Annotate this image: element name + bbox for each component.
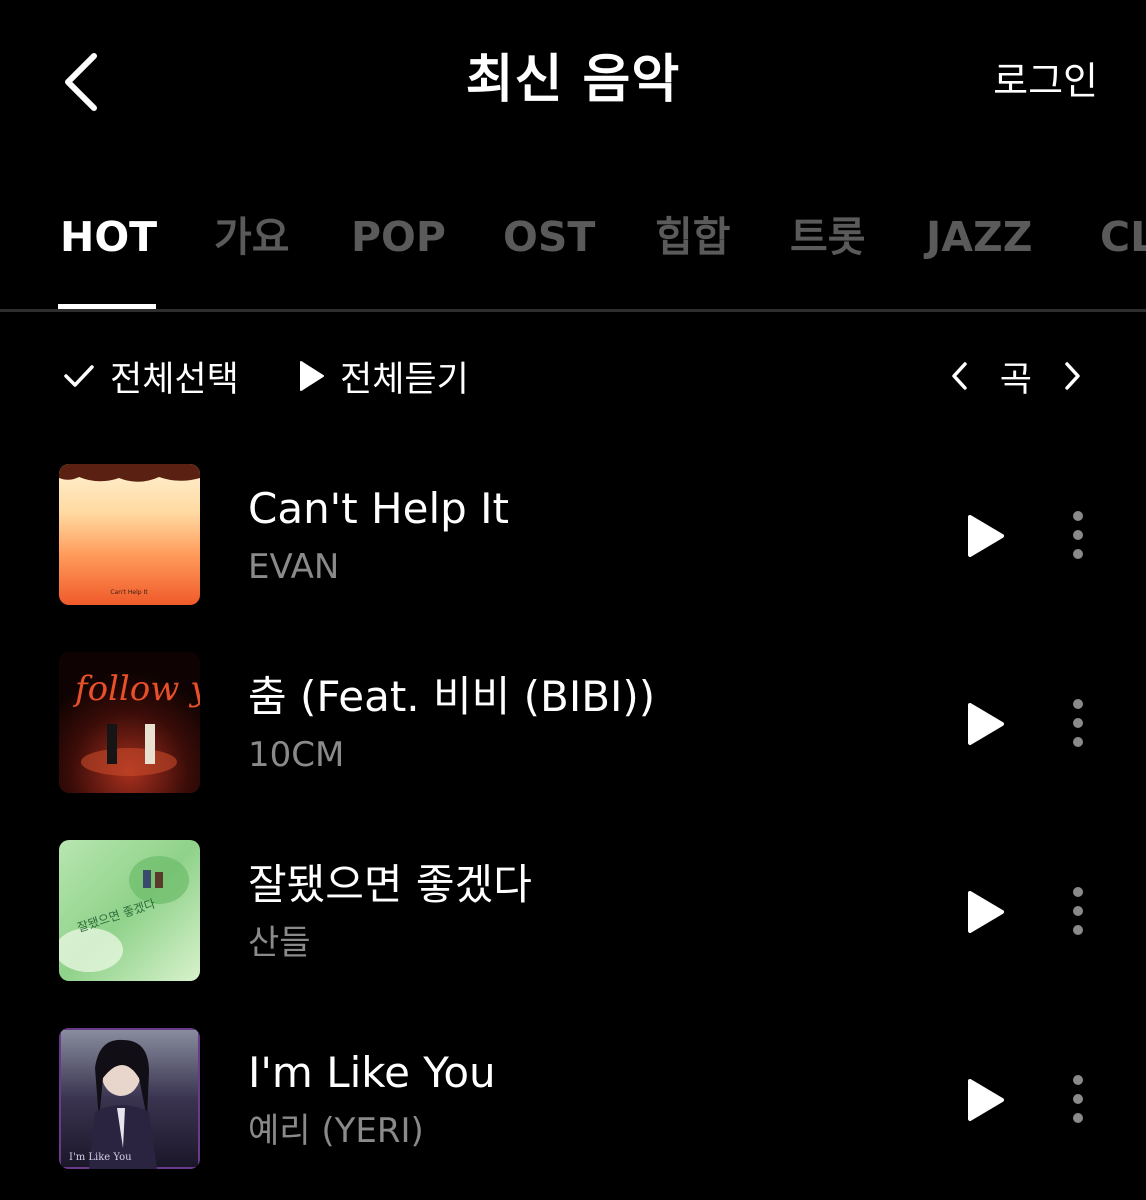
song-artist: EVAN	[248, 547, 340, 587]
song-play-button[interactable]	[960, 888, 1008, 936]
song-more-button[interactable]	[1062, 884, 1094, 938]
tab-hiphop[interactable]: 힙합	[655, 212, 730, 262]
play-icon	[968, 891, 1004, 933]
select-all-button[interactable]: 전체선택	[62, 350, 239, 402]
select-all-label: 전체선택	[110, 359, 239, 400]
prev-page-button[interactable]	[944, 350, 976, 402]
play-all-label: 전체듣기	[340, 359, 469, 400]
more-vertical-icon	[1073, 511, 1083, 559]
song-more-button[interactable]	[1062, 696, 1094, 750]
cover-caption: follow your steps	[72, 669, 200, 709]
back-button[interactable]	[52, 42, 112, 122]
chevron-left-icon	[952, 362, 967, 390]
play-all-button[interactable]: 전체듣기	[298, 350, 469, 402]
chevron-left-icon	[65, 53, 97, 111]
song-artist: 산들	[248, 923, 311, 963]
song-artist: 예리 (YERI)	[248, 1111, 424, 1151]
song-more-button[interactable]	[1062, 1072, 1094, 1126]
page-title: 최신 음악	[465, 50, 681, 110]
album-cover[interactable]: follow your steps	[59, 652, 200, 793]
login-button[interactable]: 로그인	[993, 56, 1098, 106]
song-title: Can't Help It	[248, 484, 510, 533]
tab-classic[interactable]: CL	[1100, 212, 1146, 262]
tab-gayo[interactable]: 가요	[214, 212, 289, 262]
list-toolbar: 전체선택 전체듣기 곡	[0, 340, 1146, 412]
chevron-right-icon	[1065, 362, 1080, 390]
more-vertical-icon	[1073, 699, 1083, 747]
album-cover[interactable]: Can't Help It	[59, 464, 200, 605]
more-vertical-icon	[1073, 1075, 1083, 1123]
more-vertical-icon	[1073, 887, 1083, 935]
tab-hot[interactable]: HOT	[60, 212, 157, 262]
song-row[interactable]: follow your steps 춤 (Feat. 비비 (BIBI)) 10…	[0, 652, 1146, 794]
tab-trot[interactable]: 트롯	[790, 212, 865, 262]
genre-tabs: HOT 가요 POP OST 힙합 트롯 JAZZ CL	[0, 200, 1146, 312]
play-icon	[968, 515, 1004, 557]
song-row[interactable]: I'm Like You I'm Like You 예리 (YERI)	[0, 1028, 1146, 1170]
pager: 곡	[944, 350, 1088, 402]
next-page-button[interactable]	[1056, 350, 1088, 402]
song-row[interactable]: 잘됐으면 좋겠다 잘됐으면 좋겠다 산들	[0, 840, 1146, 982]
song-title: I'm Like You	[248, 1048, 496, 1097]
tab-pop[interactable]: POP	[351, 212, 446, 262]
active-tab-indicator	[58, 304, 156, 309]
play-icon	[968, 1079, 1004, 1121]
cover-caption: I'm Like You	[69, 1152, 132, 1163]
song-play-button[interactable]	[960, 1076, 1008, 1124]
tab-ost[interactable]: OST	[503, 212, 595, 262]
cover-caption: Can't Help It	[110, 589, 148, 596]
song-title: 잘됐으면 좋겠다	[248, 860, 532, 909]
play-icon	[300, 361, 324, 391]
play-icon	[968, 703, 1004, 745]
song-title: 춤 (Feat. 비비 (BIBI))	[248, 672, 656, 721]
song-artist: 10CM	[248, 735, 345, 775]
check-icon	[64, 365, 94, 387]
song-row[interactable]: Can't Help It Can't Help It EVAN	[0, 464, 1146, 606]
page-unit-label: 곡	[999, 359, 1032, 400]
header: 최신 음악 로그인	[0, 0, 1146, 170]
song-play-button[interactable]	[960, 700, 1008, 748]
album-cover[interactable]: I'm Like You	[59, 1028, 200, 1169]
song-play-button[interactable]	[960, 512, 1008, 560]
album-cover[interactable]: 잘됐으면 좋겠다	[59, 840, 200, 981]
song-more-button[interactable]	[1062, 508, 1094, 562]
tab-jazz[interactable]: JAZZ	[926, 212, 1032, 262]
